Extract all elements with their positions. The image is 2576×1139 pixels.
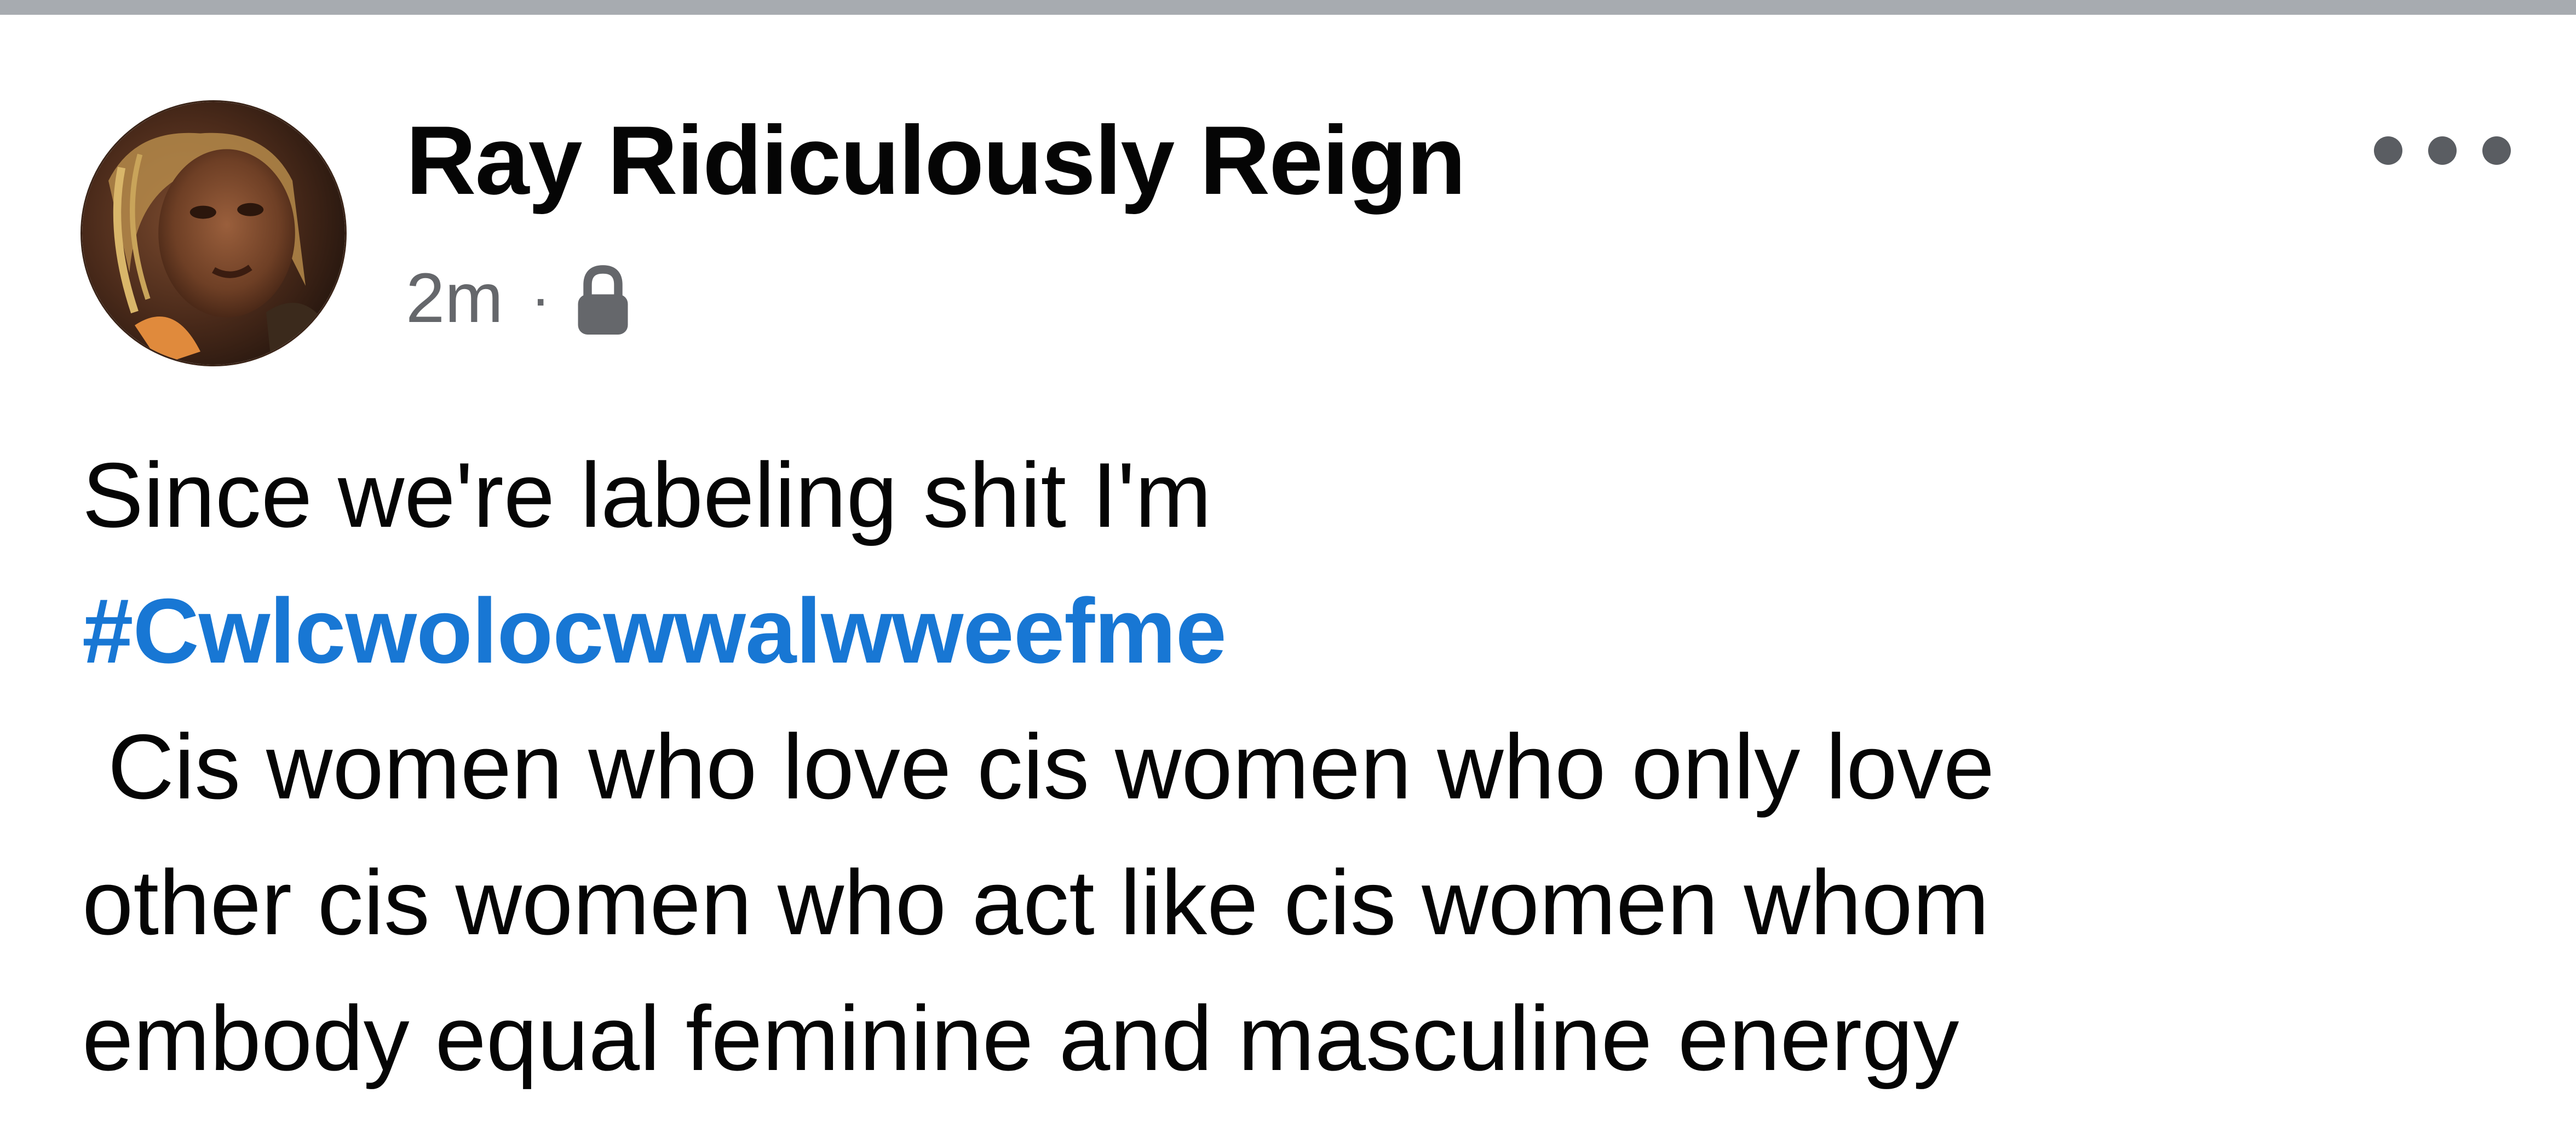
post-text-line: embody equal feminine and masculine ener… bbox=[82, 987, 1959, 1090]
post-text-line: Since we're labeling shit I'm bbox=[82, 444, 1212, 547]
more-options-button[interactable] bbox=[2374, 123, 2511, 178]
avatar[interactable] bbox=[81, 100, 347, 366]
post-timestamp[interactable]: 2m bbox=[406, 257, 503, 340]
lock-icon[interactable] bbox=[572, 262, 634, 338]
meta-separator: · bbox=[530, 264, 551, 332]
more-options-icon bbox=[2428, 136, 2457, 165]
hashtag-link[interactable]: #Cwlcwolocwwalwweefme bbox=[82, 563, 2519, 699]
top-divider bbox=[0, 0, 2576, 15]
post-text-line: Cis women who love cis women who only lo… bbox=[82, 715, 1995, 818]
author-name[interactable]: Ray Ridiculously Reign bbox=[406, 103, 1466, 218]
post-text: Since we're labeling shit I'm #Cwlcwoloc… bbox=[82, 427, 2519, 1106]
more-options-icon bbox=[2482, 136, 2511, 165]
more-options-icon bbox=[2374, 136, 2402, 165]
post-text-line: other cis women who act like cis women w… bbox=[82, 851, 1990, 954]
post-meta: 2m · bbox=[406, 255, 634, 342]
profile-photo-icon bbox=[82, 102, 345, 365]
